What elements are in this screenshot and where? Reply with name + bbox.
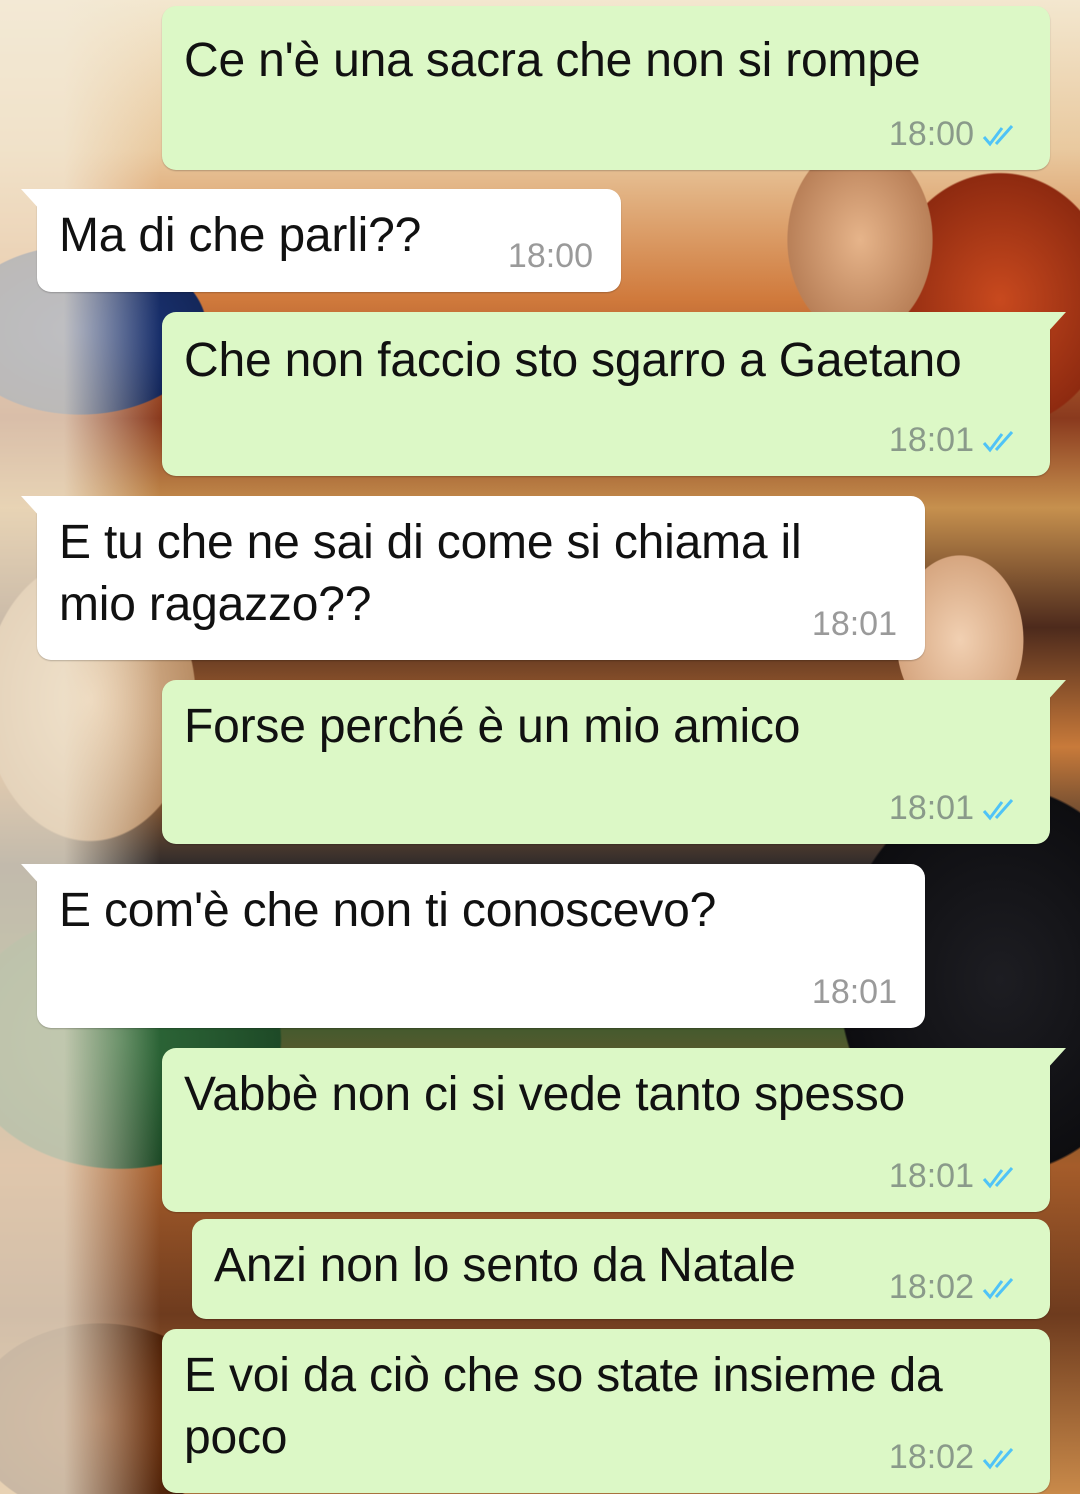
message-text: Forse perché è un mio amico <box>184 700 801 753</box>
message-meta: 18:00 <box>508 237 593 276</box>
message-meta: 18:01 <box>889 421 1022 460</box>
read-double-check-icon <box>982 1447 1014 1469</box>
incoming-message[interactable]: Ma di che parli?? 18:00 <box>21 189 621 292</box>
read-double-check-icon <box>982 430 1014 452</box>
outgoing-message[interactable]: Anzi non lo sento da Natale 18:02 <box>192 1219 1050 1319</box>
message-meta: 18:01 <box>889 789 1022 828</box>
message-text: E tu che ne sai di come si chiama il mio… <box>59 516 802 631</box>
message-time: 18:00 <box>507 237 593 275</box>
outgoing-message[interactable]: Ce n'è una sacra che non si rompe 18:00 <box>162 6 1050 170</box>
message-text: E voi da ciò che so state insieme da poc… <box>184 1349 943 1464</box>
message-meta: 18:02 <box>889 1268 1022 1307</box>
message-time: 18:01 <box>811 605 897 643</box>
message-text: Ce n'è una sacra che non si rompe <box>184 34 921 87</box>
message-time: 18:02 <box>888 1268 974 1306</box>
message-time: 18:01 <box>811 973 897 1011</box>
read-double-check-icon <box>982 798 1014 820</box>
incoming-message[interactable]: E tu che ne sai di come si chiama il mio… <box>21 496 925 660</box>
message-text: Che non faccio sto sgarro a Gaetano <box>184 334 962 387</box>
message-time: 18:00 <box>888 115 974 153</box>
outgoing-message[interactable]: Forse perché è un mio amico 18:01 <box>162 680 1066 844</box>
outgoing-message[interactable]: Che non faccio sto sgarro a Gaetano 18:0… <box>162 312 1066 476</box>
read-double-check-icon <box>982 1277 1014 1299</box>
outgoing-message[interactable]: E voi da ciò che so state insieme da poc… <box>162 1329 1050 1493</box>
message-time: 18:02 <box>888 1438 974 1476</box>
message-text: E com'è che non ti conoscevo? <box>59 884 717 937</box>
message-meta: 18:01 <box>812 605 897 644</box>
message-text: Vabbè non ci si vede tanto spesso <box>184 1068 905 1121</box>
message-meta: 18:01 <box>889 1157 1022 1196</box>
message-text: Anzi non lo sento da Natale <box>214 1239 796 1292</box>
message-time: 18:01 <box>888 1157 974 1195</box>
message-meta: 18:00 <box>889 115 1022 154</box>
message-time: 18:01 <box>888 421 974 459</box>
incoming-message[interactable]: E com'è che non ti conoscevo? 18:01 <box>21 864 925 1028</box>
message-meta: 18:01 <box>812 973 897 1012</box>
message-time: 18:01 <box>888 789 974 827</box>
message-meta: 18:02 <box>889 1438 1022 1477</box>
message-text: Ma di che parli?? <box>59 209 422 262</box>
outgoing-message[interactable]: Vabbè non ci si vede tanto spesso 18:01 <box>162 1048 1066 1212</box>
read-double-check-icon <box>982 1166 1014 1188</box>
read-double-check-icon <box>982 124 1014 146</box>
